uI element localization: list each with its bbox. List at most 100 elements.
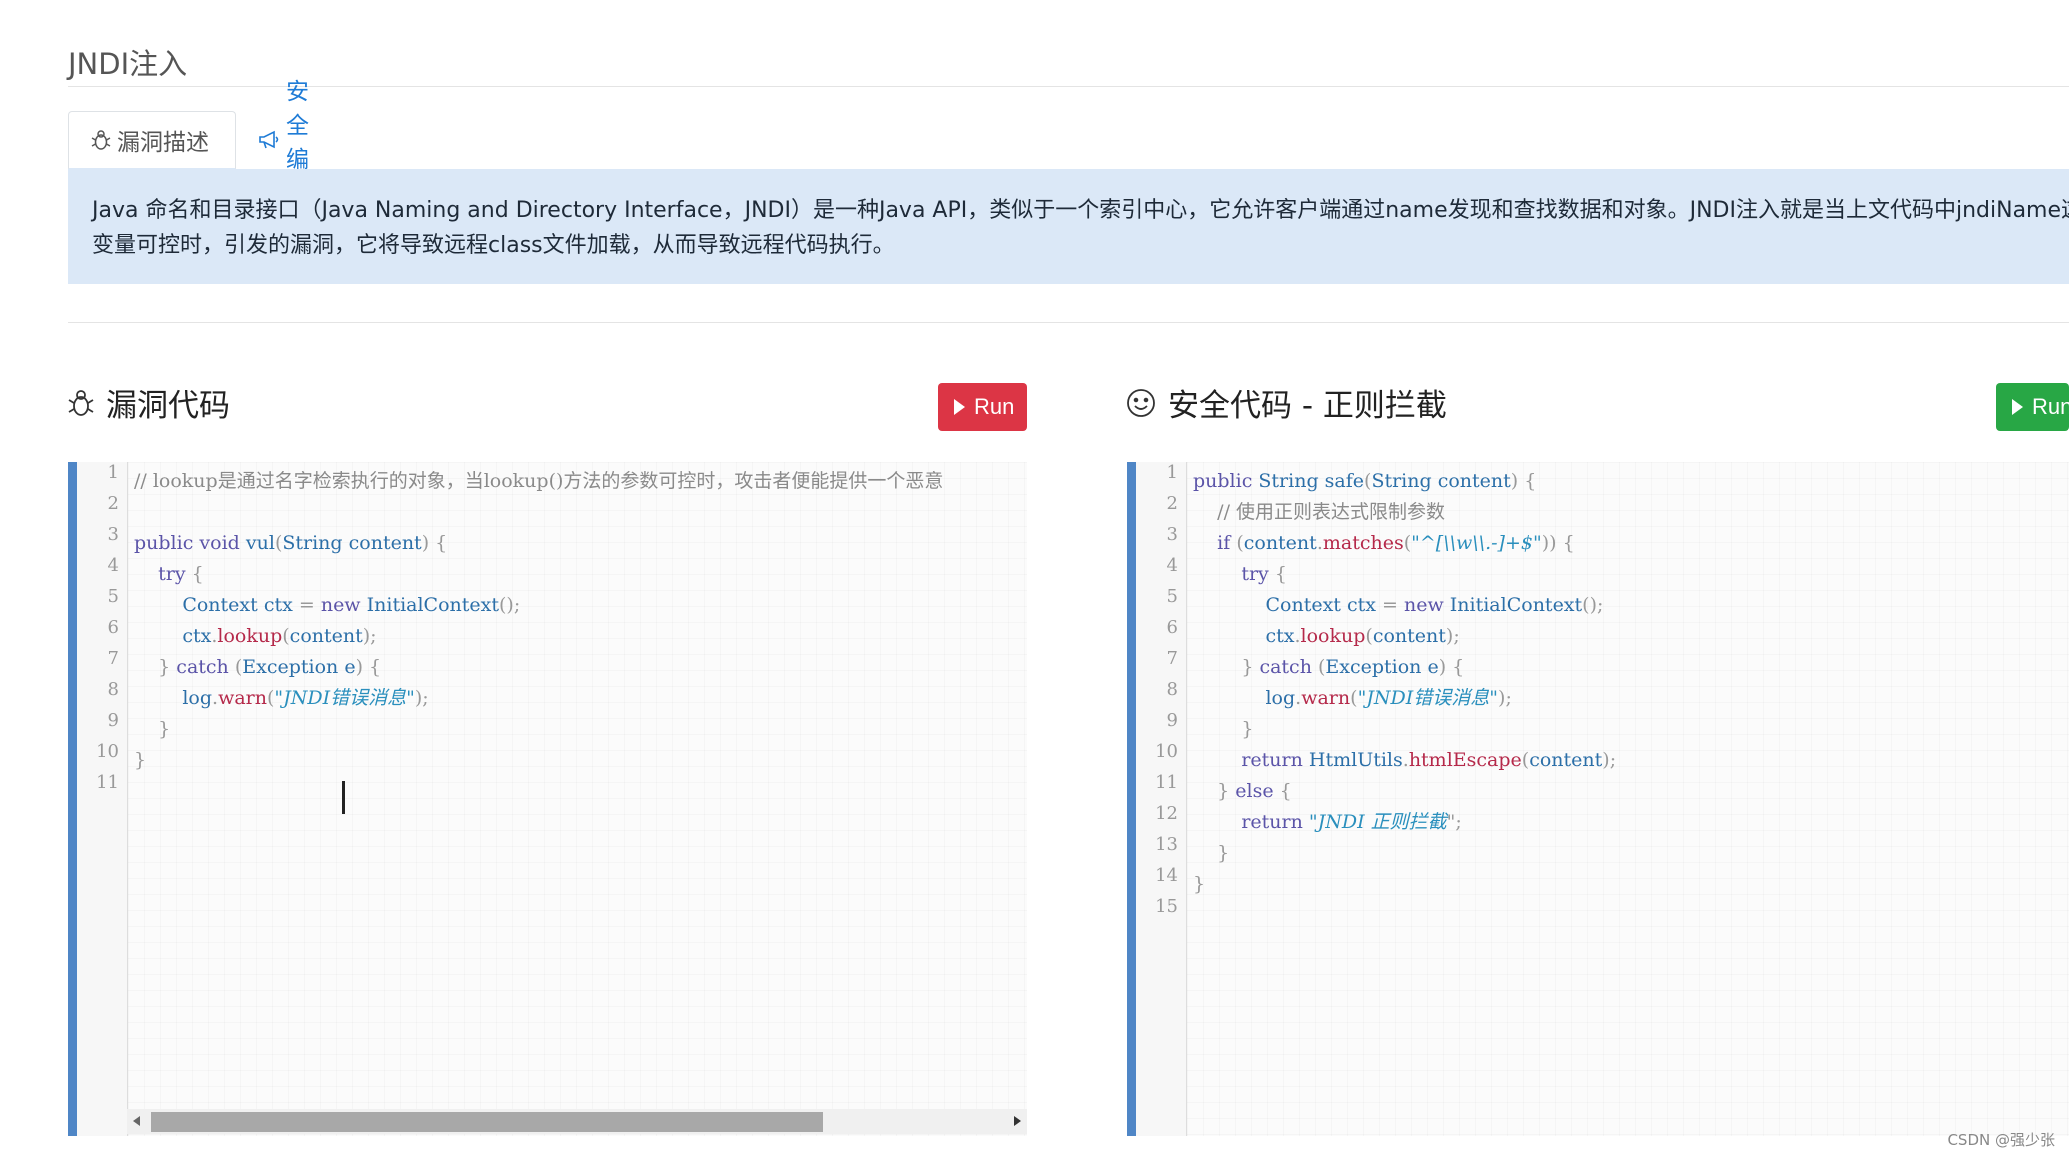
code-token: = [292,594,321,616]
line-number: 14 [1155,865,1178,886]
line-number: 2 [1166,493,1178,514]
line-number: 11 [1155,772,1178,793]
code-token: ); [1602,749,1617,771]
code-token: new [1403,594,1444,616]
safe-code-editor[interactable]: 1 2 3 4 5 6 7 8 9 10 11 12 13 14 15 publ… [1127,462,2069,1136]
horizontal-scrollbar[interactable] [127,1109,1027,1134]
code-token: ctx [263,594,293,616]
code-token: ctx [1346,594,1376,616]
description-line-2: 变量可控时，引发的漏洞，它将导致远程class文件加载，从而导致远程代码执行。 [92,233,895,258]
code-line: } [1193,838,1229,869]
tab-secure-coding[interactable]: 安全编码 [258,79,309,207]
code-token: { [1268,563,1287,585]
code-token: public [1193,470,1253,492]
code-line: Context ctx = new InitialContext(); [134,590,520,621]
vuln-code-editor[interactable]: 1 2 3 4 5 6 7 8 9 10 11 // lookup是通过名字检索… [68,462,1027,1136]
line-number: 7 [1166,648,1178,669]
code-token: Exception [242,656,339,678]
code-line: Context ctx = new InitialContext(); [1193,590,1603,621]
watermark: CSDN @强少张 [1947,1131,2055,1149]
code-token: String [1258,470,1319,492]
code-token: new [320,594,361,616]
code-line: ctx.lookup(content); [1193,621,1460,652]
code-token: ); [1445,625,1460,647]
scroll-left-icon[interactable] [133,1116,140,1126]
code-line: } [1193,714,1253,745]
line-number: 1 [107,462,119,483]
description-alert: Java 命名和目录接口（Java Naming and Directory I… [68,169,2069,284]
run-safe-button[interactable]: Run [1996,383,2069,431]
code-line: return HtmlUtils.htmlEscape(content); [1193,745,1616,776]
code-token: try [1241,563,1269,585]
code-token: HtmlUtils [1308,749,1403,771]
line-number: 15 [1155,896,1178,917]
page-title: JNDI注入 [68,47,188,82]
line-number: 10 [1155,741,1178,762]
code-line: public void vul(String content) { [134,528,447,559]
code-token: (); [499,594,521,616]
code-token: } [1193,873,1206,895]
code-token: // 使用正则表达式限制参数 [1217,501,1446,523]
code-area[interactable]: // lookup是通过名字检索执行的对象，当lookup()方法的参数可控时，… [128,462,1027,1136]
code-token: ); [362,625,377,647]
line-number: 8 [107,679,119,700]
safe-code-heading: 安全代码 - 正则拦截 [1126,380,1447,425]
line-number: 12 [1155,803,1178,824]
code-line: // lookup是通过名字检索执行的对象，当lookup()方法的参数可控时，… [134,466,943,497]
line-number: 6 [107,617,119,638]
line-number-gutter: 1 2 3 4 5 6 7 8 9 10 11 [77,462,128,1136]
code-token: Context [182,594,258,616]
code-token: = [1375,594,1404,616]
code-token: } [1193,842,1230,864]
scrollbar-thumb[interactable] [151,1112,823,1132]
line-number: 11 [96,772,119,793]
code-line: } [1193,869,1205,900]
vuln-code-heading: 漏洞代码 [68,380,230,425]
code-token: Context [1265,594,1341,616]
code-token: vul [245,532,275,554]
line-number: 8 [1166,679,1178,700]
code-token: (); [1582,594,1604,616]
code-line: if (content.matches("^[\\w\\.-]+$")) { [1193,528,1574,559]
description-line-1: Java 命名和目录接口（Java Naming and Directory I… [92,198,2069,223]
run-vuln-button[interactable]: Run [938,383,1027,431]
code-token: ( [1365,625,1373,647]
code-token: void [199,532,240,554]
bug-icon [91,129,111,151]
code-area[interactable]: public String safe(String content) { // … [1187,462,2069,1136]
code-token: try [158,563,186,585]
code-token: } [134,656,177,678]
scroll-right-icon[interactable] [1014,1116,1021,1126]
code-token: if [1217,532,1231,554]
code-token: "JNDI错误消息" [1357,687,1499,709]
code-token: e [1427,656,1439,678]
code-token: { [1273,780,1292,802]
line-number: 6 [1166,617,1178,638]
section-divider [68,322,2069,323]
code-token: "JNDI错误消息" [274,687,415,709]
code-line: // 使用正则表达式限制参数 [1193,497,1445,528]
code-token: } [1193,780,1236,802]
line-number: 9 [1166,710,1178,731]
tab-vuln-description[interactable]: 漏洞描述 [68,111,236,169]
code-token: { [185,563,204,585]
safe-code-title: 安全代码 - 正则拦截 [1168,388,1447,424]
code-token: else [1235,780,1274,802]
line-number: 13 [1155,834,1178,855]
code-token: log [182,687,213,709]
run-label: Run [2032,394,2069,419]
code-token: warn [218,687,267,709]
code-token: InitialContext [1449,594,1583,616]
code-line: } [134,714,170,745]
code-token: ) { [355,656,382,678]
code-token: "JNDI 正则拦截 [1308,811,1447,833]
play-icon [954,399,965,415]
play-icon [2012,399,2023,415]
code-token: return [1241,749,1303,771]
code-token: ( [1230,532,1244,554]
code-token: return [1241,811,1303,833]
